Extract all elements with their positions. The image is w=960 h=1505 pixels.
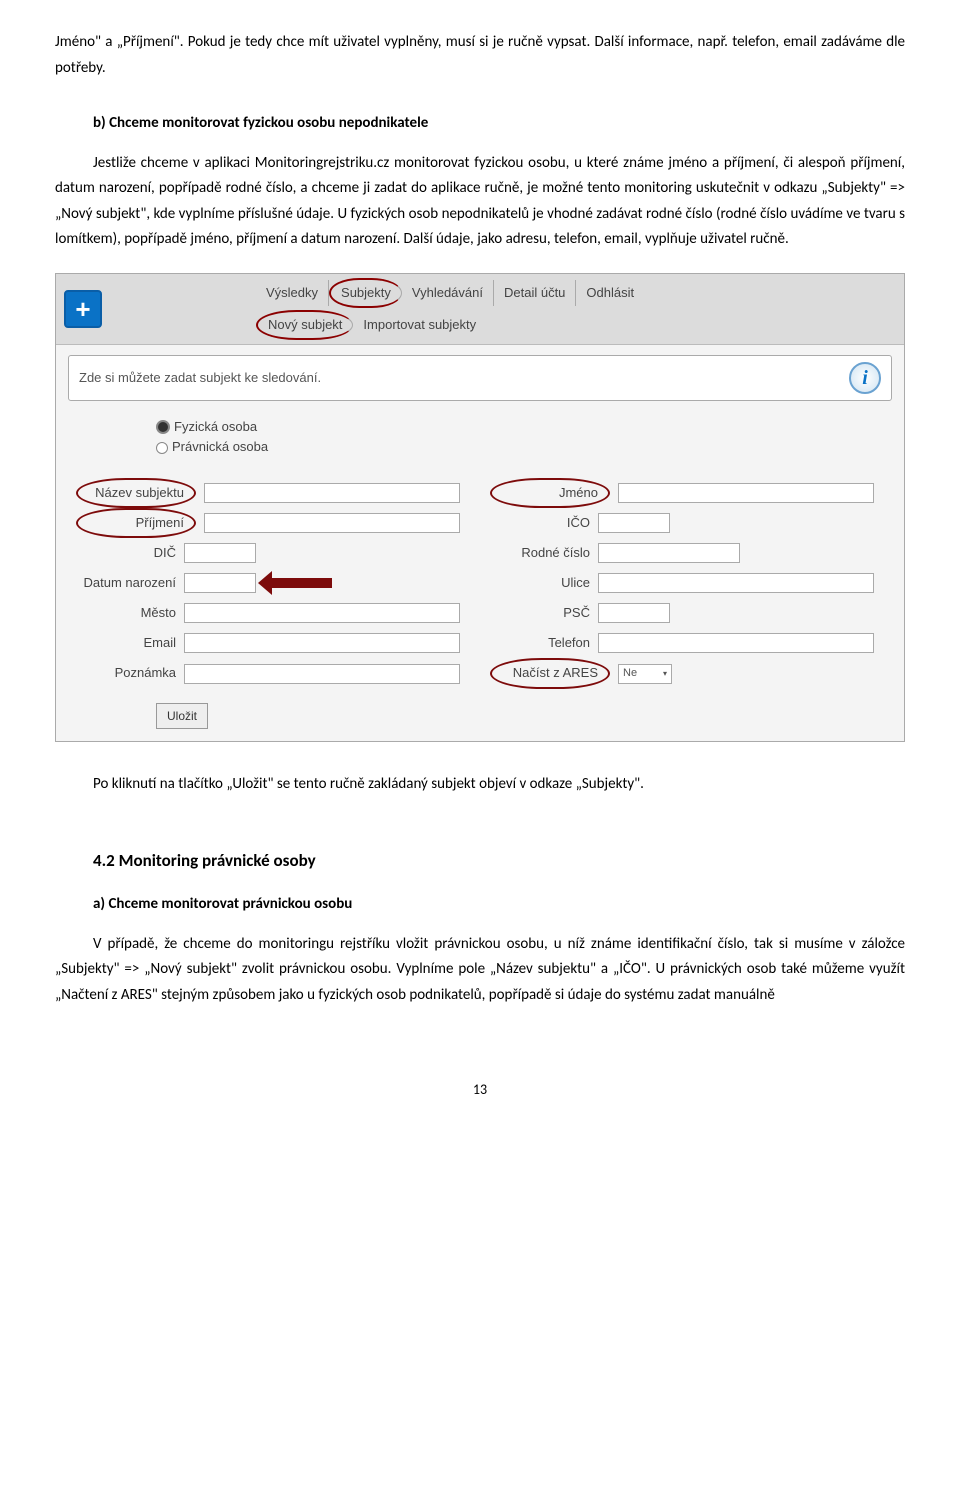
- input-mesto[interactable]: [184, 603, 460, 623]
- label-ico: IČO: [490, 512, 590, 534]
- page-number: 13: [55, 1078, 905, 1102]
- chevron-down-icon: ▾: [663, 667, 667, 681]
- hint-bar: Zde si můžete zadat subjekt ke sledování…: [68, 355, 892, 401]
- input-psc[interactable]: [598, 603, 670, 623]
- menu-item-subjekty[interactable]: Subjekty: [329, 278, 402, 308]
- select-ares[interactable]: Ne ▾: [618, 664, 672, 684]
- menu-item-detail-uctu[interactable]: Detail účtu: [494, 280, 576, 306]
- label-poznamka: Poznámka: [76, 662, 176, 684]
- hint-text: Zde si můžete zadat subjekt ke sledování…: [79, 367, 321, 389]
- label-ares: Načíst z ARES: [490, 658, 610, 688]
- subject-type-radio: Fyzická osoba Právnická osoba: [146, 413, 904, 467]
- subheading-b: b) Chceme monitorovat fyzickou osobu nep…: [55, 111, 905, 137]
- label-telefon: Telefon: [490, 632, 590, 654]
- embedded-screenshot: + Výsledky Subjekty Vyhledávání Detail ú…: [55, 273, 905, 742]
- submenu-import[interactable]: Importovat subjekty: [353, 312, 486, 338]
- input-prijmeni[interactable]: [204, 513, 460, 533]
- label-prijmeni: Příjmení: [76, 508, 196, 538]
- radio-pravnicka[interactable]: Právnická osoba: [156, 437, 894, 458]
- label-nazev-subjektu: Název subjektu: [76, 478, 196, 508]
- menu-primary: Výsledky Subjekty Vyhledávání Detail účt…: [256, 278, 896, 308]
- select-ares-value: Ne: [623, 664, 637, 683]
- paragraph-4-2-a: V případě, že chceme do monitoringu rejs…: [55, 932, 905, 1009]
- form-grid: Název subjektu Jméno Příjmení IČO DIČ Ro…: [56, 474, 904, 702]
- label-psc: PSČ: [490, 602, 590, 624]
- input-jmeno[interactable]: [618, 483, 874, 503]
- input-dic[interactable]: [184, 543, 256, 563]
- input-ico[interactable]: [598, 513, 670, 533]
- menu-item-odhlasit[interactable]: Odhlásit: [576, 280, 644, 306]
- add-button[interactable]: +: [64, 290, 102, 328]
- submenu-novy-subjekt[interactable]: Nový subjekt: [256, 310, 353, 340]
- label-datum-narozeni: Datum narození: [76, 572, 176, 594]
- info-icon: i: [849, 362, 881, 394]
- input-rodne-cislo[interactable]: [598, 543, 740, 563]
- menu-item-vysledky[interactable]: Výsledky: [256, 280, 329, 306]
- label-mesto: Město: [76, 602, 176, 624]
- input-ulice[interactable]: [598, 573, 874, 593]
- label-ulice: Ulice: [490, 572, 590, 594]
- subheading-a: a) Chceme monitorovat právnickou osobu: [93, 892, 905, 918]
- paragraph-b: Jestliže chceme v aplikaci Monitoringrej…: [55, 151, 905, 253]
- screenshot-topbar: + Výsledky Subjekty Vyhledávání Detail ú…: [56, 274, 904, 345]
- label-jmeno: Jméno: [490, 478, 610, 508]
- label-dic: DIČ: [76, 542, 176, 564]
- input-poznamka[interactable]: [184, 664, 460, 684]
- save-button[interactable]: Uložit: [156, 703, 208, 729]
- radio-fyzicka[interactable]: Fyzická osoba: [156, 417, 894, 438]
- input-email[interactable]: [184, 633, 460, 653]
- paragraph-after-screenshot: Po kliknutí na tlačítko „Uložit" se tent…: [93, 772, 905, 798]
- menu-item-vyhledavani[interactable]: Vyhledávání: [402, 280, 494, 306]
- arrow-annotation-icon: [272, 578, 332, 588]
- input-nazev-subjektu[interactable]: [204, 483, 460, 503]
- label-rodne-cislo: Rodné číslo: [490, 542, 590, 564]
- input-datum-narozeni[interactable]: [184, 573, 256, 593]
- label-email: Email: [76, 632, 176, 654]
- input-telefon[interactable]: [598, 633, 874, 653]
- heading-4-2: 4.2 Monitoring právnické osoby: [93, 847, 905, 876]
- menu-secondary: Nový subjekt Importovat subjekty: [256, 310, 896, 340]
- paragraph-top: Jméno" a „Příjmení". Pokud je tedy chce …: [55, 30, 905, 81]
